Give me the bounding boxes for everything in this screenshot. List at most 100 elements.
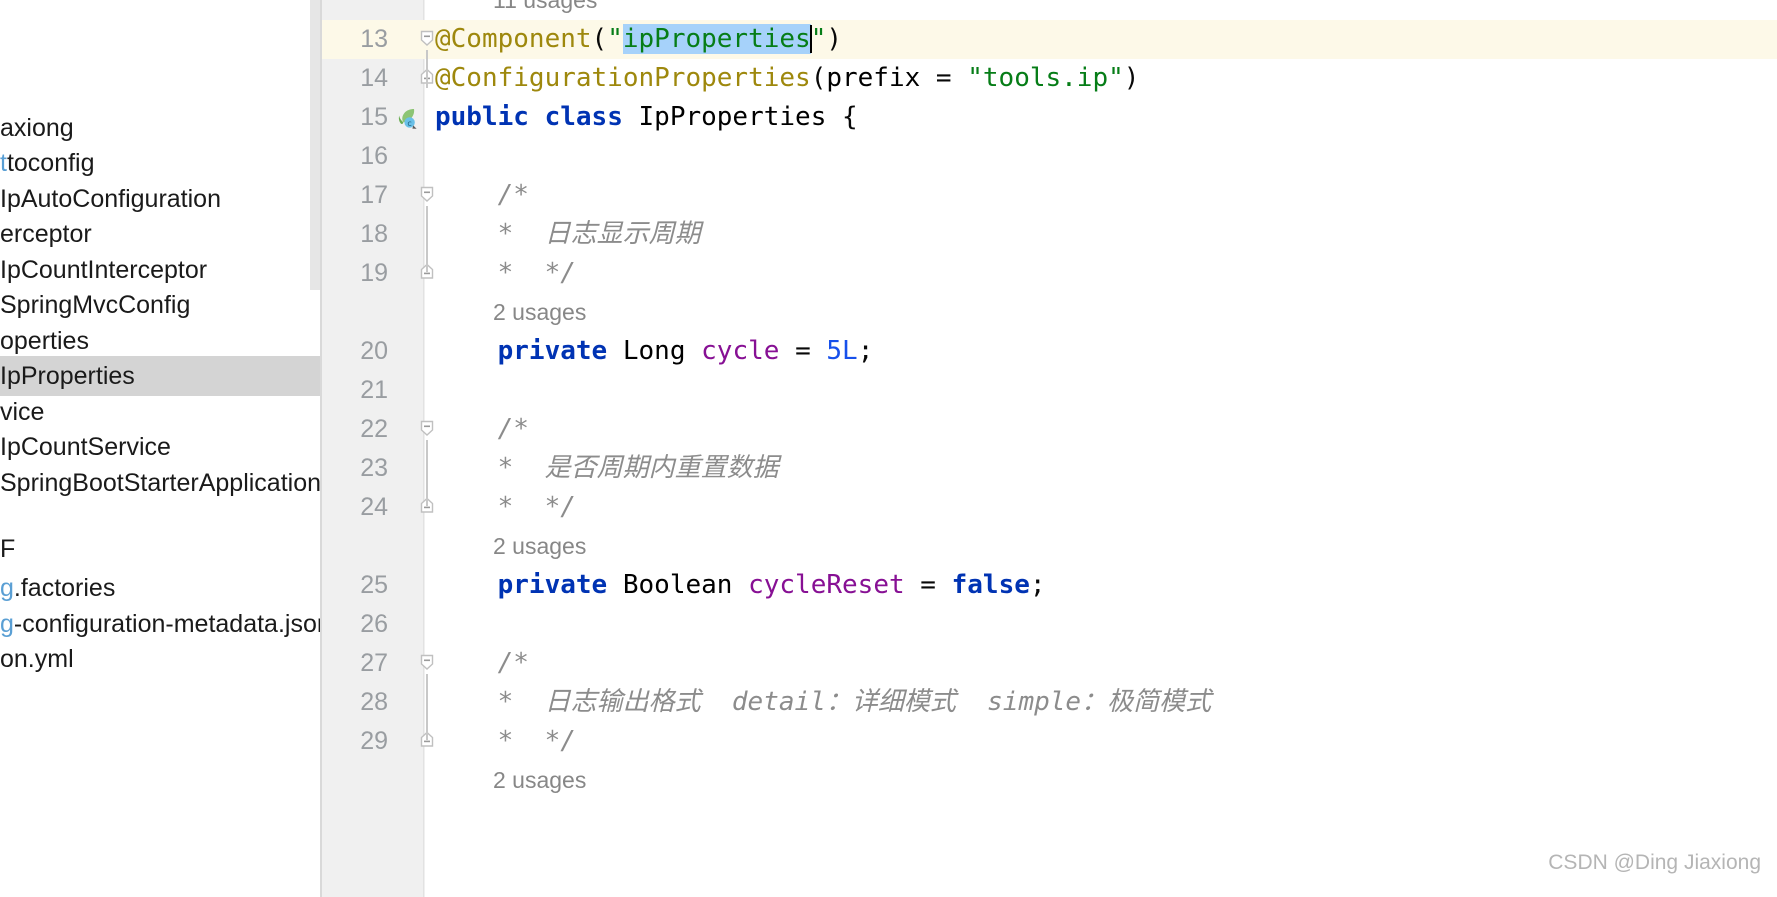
usages-inlay-hint[interactable]: 2 usages [493, 293, 586, 332]
ide-window: axiong ttoconfig IpAutoConfiguration ercept… [0, 0, 1777, 897]
inlay-hint-row: 2 usages [322, 527, 1777, 566]
fold-guide-line [426, 440, 428, 506]
tree-item[interactable]: SpringMvcConfig [0, 285, 322, 325]
tree-item-label: erceptor [0, 220, 92, 248]
line-number[interactable]: 29 [322, 722, 388, 761]
code-token: 5L [826, 336, 858, 366]
tree-item-label: vice [0, 398, 45, 426]
tree-item[interactable]: ttoconfig [0, 143, 322, 183]
line-number[interactable]: 23 [322, 449, 388, 488]
line-number[interactable]: 18 [322, 215, 388, 254]
comment-cjk-text: ：详细模式 [825, 687, 956, 717]
tree-item[interactable]: erceptor [0, 214, 322, 254]
code-text[interactable]: * 日志输出格式 detail：详细模式 simple：极简模式 [435, 683, 1211, 722]
line-number[interactable]: 21 [322, 371, 388, 410]
tree-item[interactable]: g.factories [0, 568, 322, 608]
code-token: cycle [701, 336, 780, 366]
line-number[interactable]: 24 [322, 488, 388, 527]
code-text[interactable]: /* [435, 410, 529, 449]
code-token: "tools.ip" [967, 63, 1124, 93]
tree-item[interactable]: F [0, 529, 322, 569]
line-number[interactable]: 25 [322, 566, 388, 605]
code-line-row: 14 @ConfigurationProperties(prefix = "too… [322, 59, 1777, 98]
tree-item[interactable]: IpAutoConfiguration [0, 179, 322, 219]
tree-item[interactable]: vice [0, 392, 322, 432]
code-row-bg [425, 644, 1777, 683]
code-text[interactable]: private Boolean cycleReset = false; [435, 566, 1046, 605]
tree-item[interactable]: SpringBootStarterApplication [0, 463, 322, 503]
tree-item-label: IpAutoConfiguration [0, 185, 221, 213]
code-text[interactable]: * */ [435, 488, 576, 527]
line-number[interactable]: 13 [322, 20, 388, 59]
tree-item[interactable]: IpCountInterceptor [0, 250, 322, 290]
code-token: prefix [826, 63, 921, 93]
code-line-row: 26 [322, 605, 1777, 644]
code-text[interactable]: * */ [435, 722, 576, 761]
code-text[interactable]: private Long cycle = 5L; [435, 332, 874, 371]
usages-inlay-hint[interactable]: 2 usages [493, 761, 586, 800]
line-number[interactable]: 16 [322, 137, 388, 176]
line-number[interactable]: 22 [322, 410, 388, 449]
code-row-bg [425, 371, 1777, 410]
code-text[interactable]: * 日志显示周期 [435, 215, 701, 254]
tree-item-label: toconfig [6, 149, 95, 177]
tree-item[interactable]: IpProperties [0, 356, 322, 396]
code-text[interactable]: /* [435, 176, 529, 215]
line-number[interactable]: 17 [322, 176, 388, 215]
tree-item-label: F [0, 535, 16, 563]
comment-cjk-text: 日志输出格式 [544, 687, 701, 717]
code-token: ) [1123, 63, 1140, 93]
tree-item-label: IpProperties [0, 362, 135, 390]
tree-item[interactable]: on.yml [0, 639, 322, 679]
usages-inlay-hint[interactable]: 2 usages [493, 527, 586, 566]
tree-item[interactable]: operties [0, 321, 322, 361]
line-number[interactable]: 27 [322, 644, 388, 683]
code-line-row: 18 * 日志显示周期 [322, 215, 1777, 254]
line-number[interactable]: 20 [322, 332, 388, 371]
line-number[interactable]: 14 [322, 59, 388, 98]
code-token: " [607, 24, 623, 54]
tree-item-label: axiong [0, 114, 74, 142]
code-editor[interactable]: 11 usages 13 @Component("ipProperties") 14 @… [322, 0, 1777, 897]
code-text[interactable]: public class IpProperties { [435, 98, 858, 137]
code-text[interactable]: /* [435, 644, 529, 683]
code-line-row: 23 * 是否周期内重置数据 [322, 449, 1777, 488]
code-text[interactable]: * 是否周期内重置数据 [435, 449, 779, 488]
usages-inlay-hint[interactable]: 11 usages [493, 0, 597, 20]
code-token: Long [622, 336, 686, 366]
line-number[interactable]: 26 [322, 605, 388, 644]
code-token: = [904, 570, 952, 600]
watermark-text: CSDN @Ding Jiaxiong [1548, 851, 1761, 874]
line-number[interactable]: 19 [322, 254, 388, 293]
spring-bean-icon[interactable]: c [394, 106, 418, 130]
tree-item[interactable]: g-configuration-metadata.json [0, 604, 322, 644]
code-line-row: 24 * */ [322, 488, 1777, 527]
code-token: @ConfigurationProperties [435, 63, 811, 93]
tree-item-label: .factories [13, 574, 116, 602]
project-tree-panel[interactable]: axiong ttoconfig IpAutoConfiguration ercept… [0, 0, 322, 897]
code-line-row: 25 private Boolean cycleReset = false; [322, 566, 1777, 605]
code-line-row: 13 @Component("ipProperties") [322, 20, 1777, 59]
code-token: class [544, 102, 623, 132]
tree-item-label: IpCountInterceptor [0, 256, 208, 284]
code-text[interactable]: @Component("ipProperties") [435, 20, 842, 59]
code-token: ; [857, 336, 874, 366]
fold-guide-line [426, 674, 428, 740]
tree-item[interactable]: IpCountService [0, 427, 322, 467]
code-text[interactable]: * */ [435, 254, 576, 293]
line-number[interactable]: 28 [322, 683, 388, 722]
line-number[interactable]: 15 [322, 98, 388, 137]
code-token: " [810, 24, 827, 54]
tree-item[interactable]: axiong [0, 108, 322, 148]
code-token: = [779, 336, 827, 366]
code-text[interactable]: @ConfigurationProperties(prefix = "tools… [435, 59, 1139, 98]
code-line-row: 16 [322, 137, 1777, 176]
code-token: IpProperties [638, 102, 827, 132]
tree-item-label: on.yml [0, 645, 74, 673]
